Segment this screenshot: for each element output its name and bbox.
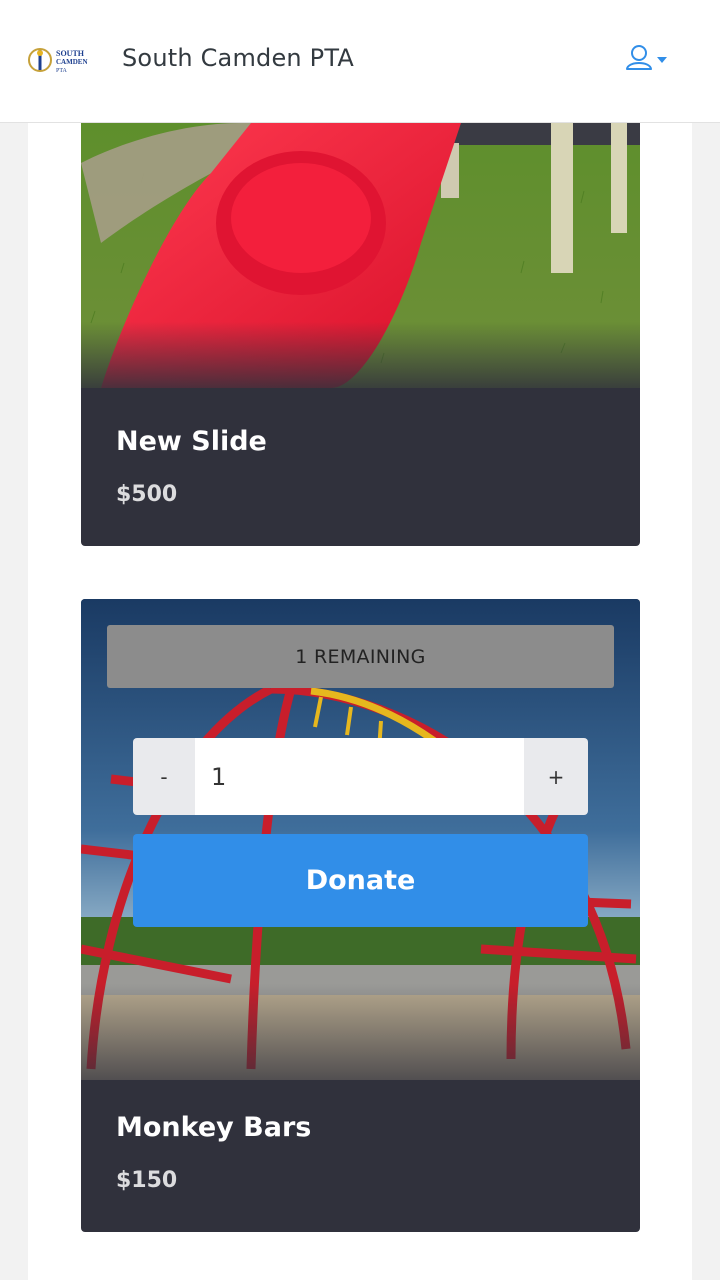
- logo-text-3: PTA: [56, 68, 68, 74]
- logo[interactable]: SOUTH CAMDEN PTA: [26, 44, 98, 76]
- increment-button[interactable]: +: [524, 738, 588, 815]
- item-price: $150: [116, 1168, 178, 1193]
- user-menu-button[interactable]: [624, 42, 672, 76]
- item-card-monkey-bars[interactable]: 1 REMAINING - + Donate Monkey Bars $150: [81, 599, 640, 1232]
- remaining-badge: 1 REMAINING: [107, 625, 614, 688]
- item-title: Monkey Bars: [116, 1112, 312, 1143]
- decrement-button[interactable]: -: [133, 738, 195, 815]
- quantity-input[interactable]: [195, 738, 524, 815]
- user-icon: [626, 45, 667, 70]
- card-body: New Slide $500: [81, 388, 640, 546]
- red-slide-photo: [81, 123, 640, 388]
- caret-down-icon: [657, 57, 667, 63]
- logo-text-2: CAMDEN: [56, 58, 88, 66]
- app-header: SOUTH CAMDEN PTA South Camden PTA: [0, 0, 720, 123]
- item-card-new-slide[interactable]: New Slide $500: [81, 123, 640, 546]
- card-body: Monkey Bars $150: [81, 1080, 640, 1232]
- logo-text-1: SOUTH: [56, 49, 85, 58]
- item-price: $500: [116, 482, 178, 507]
- org-name[interactable]: South Camden PTA: [122, 44, 354, 72]
- donate-button[interactable]: Donate: [133, 834, 588, 927]
- quantity-stepper: - +: [133, 738, 588, 815]
- item-title: New Slide: [116, 426, 267, 457]
